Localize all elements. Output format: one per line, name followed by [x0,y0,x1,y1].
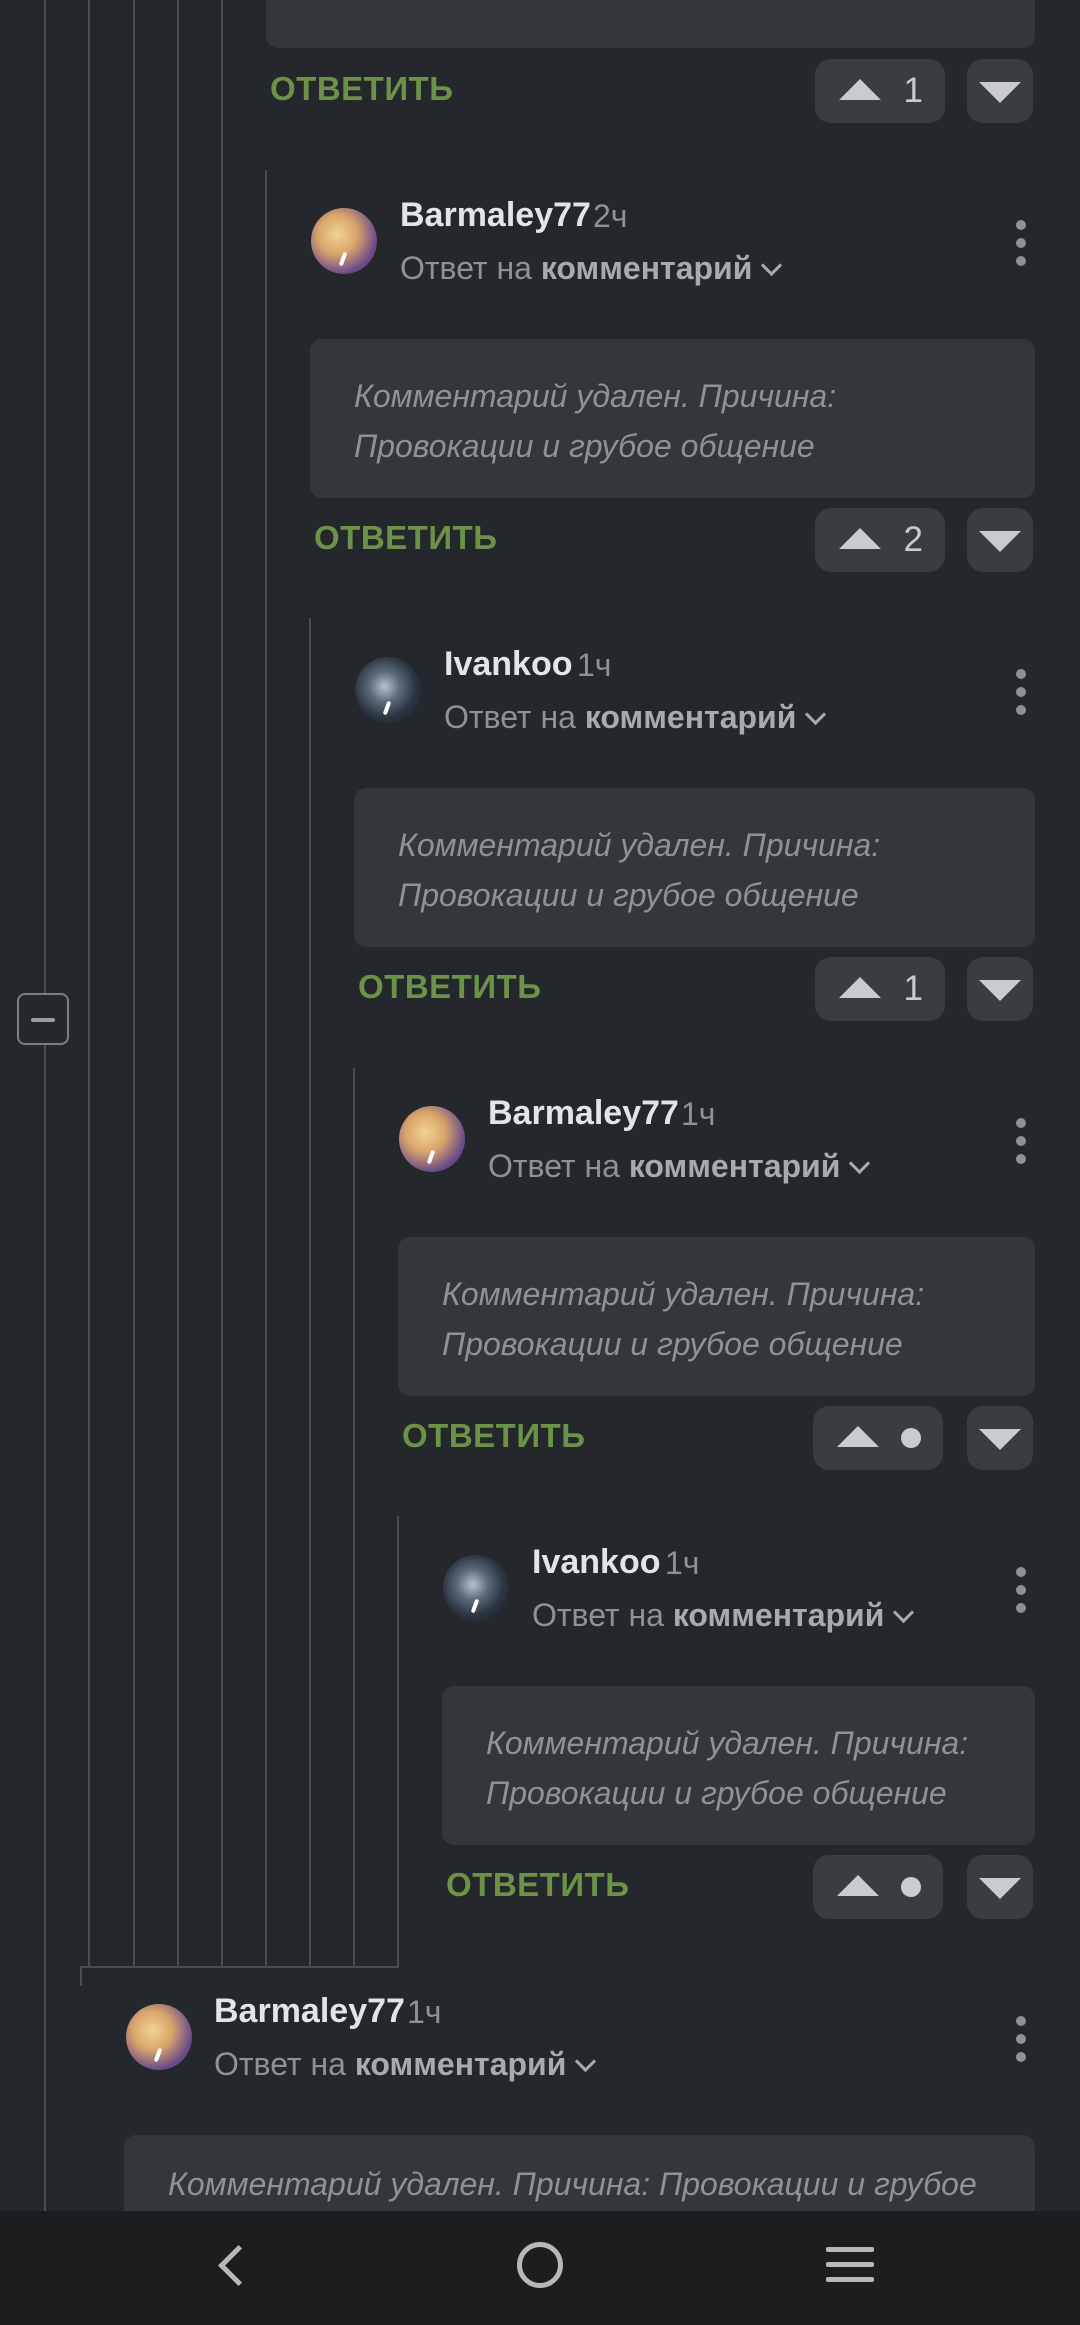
reply-to-label[interactable]: Ответ на комментарий [214,2046,597,2083]
triangle-up-icon [837,1426,879,1447]
username[interactable]: Ivankoo [444,645,572,684]
reply-to-label[interactable]: Ответ на комментарий [488,1148,871,1185]
comment-time: 1ч [681,1096,716,1132]
reply-button[interactable]: ОТВЕТИТЬ [402,1417,585,1455]
thread-line [44,0,46,2211]
menu-lines-icon[interactable] [826,2247,874,2292]
upvote-button[interactable]: 1 [815,957,945,1021]
reply-to-prefix: Ответ на [400,250,532,286]
reply-button[interactable]: ОТВЕТИТЬ [358,968,541,1006]
more-vertical-icon[interactable] [1016,1567,1026,1621]
thread-line [397,1516,399,1966]
chevron-down-icon [761,254,783,277]
triangle-down-icon [979,980,1021,1001]
more-vertical-icon[interactable] [1016,669,1026,723]
username[interactable]: Barmaley77 [214,1992,405,2031]
vote-score-dot [901,1877,921,1897]
upvote-button[interactable]: 1 [815,59,945,123]
system-nav-bar [0,2211,1080,2325]
triangle-down-icon [979,1429,1021,1450]
triangle-down-icon [979,531,1021,552]
avatar[interactable] [399,1106,465,1172]
reply-to-prefix: Ответ на [488,1148,620,1184]
thread-line [80,1966,82,1986]
username[interactable]: Barmaley77 [400,196,591,235]
collapse-thread-button[interactable] [17,993,69,1045]
chevron-down-icon [575,2050,597,2073]
vote-score-dot [901,1428,921,1448]
downvote-button[interactable] [967,1406,1033,1470]
thread-line [177,0,179,1966]
comment-time: 1ч [665,1545,700,1581]
thread-line [88,0,90,1966]
reply-button[interactable]: ОТВЕТИТЬ [446,1866,629,1904]
upvote-button[interactable] [813,1855,943,1919]
comment-time: 2ч [593,198,628,234]
comment-time: 1ч [407,1994,442,2030]
downvote-button[interactable] [967,1855,1033,1919]
username[interactable]: Ivankoo [532,1543,660,1582]
thread-line [221,0,223,1966]
comment-bubble-partial [266,0,1035,48]
comment-time: 1ч [577,647,612,683]
reply-to-prefix: Ответ на [214,2046,346,2082]
triangle-up-icon [839,79,881,100]
triangle-up-icon [839,977,881,998]
thread-line [353,1068,355,1966]
comment-bubble: Комментарий удален. Причина: Провокации … [398,1237,1035,1396]
chevron-down-icon [805,703,827,726]
more-vertical-icon[interactable] [1016,1118,1026,1172]
thread-line [309,618,311,1966]
comment-bubble: Комментарий удален. Причина: Провокации … [310,339,1035,498]
reply-to-target: комментарий [672,1597,885,1633]
back-chevron-icon[interactable] [212,2245,248,2281]
vote-score: 1 [903,969,923,1008]
avatar[interactable] [311,208,377,274]
reply-to-label[interactable]: Ответ на комментарий [444,699,827,736]
chevron-down-icon [849,1152,871,1175]
triangle-up-icon [837,1875,879,1896]
avatar[interactable] [355,657,421,723]
username[interactable]: Barmaley77 [488,1094,679,1133]
thread-line [265,170,267,1966]
reply-to-label[interactable]: Ответ на комментарий [532,1597,915,1634]
triangle-down-icon [979,82,1021,103]
reply-to-target: комментарий [628,1148,841,1184]
downvote-button[interactable] [967,957,1033,1021]
thread-line [133,0,135,1966]
avatar[interactable] [443,1555,509,1621]
more-vertical-icon[interactable] [1016,220,1026,274]
reply-to-target: комментарий [354,2046,567,2082]
reply-to-label[interactable]: Ответ на комментарий [400,250,783,287]
avatar[interactable] [126,2004,192,2070]
comment-bubble: Комментарий удален. Причина: Провокации … [442,1686,1035,1845]
more-vertical-icon[interactable] [1016,2016,1026,2070]
downvote-button[interactable] [967,59,1033,123]
vote-score: 1 [903,71,923,110]
reply-to-target: комментарий [584,699,797,735]
home-circle-icon[interactable] [517,2242,563,2288]
reply-button[interactable]: ОТВЕТИТЬ [270,70,453,108]
triangle-down-icon [979,1878,1021,1899]
reply-button[interactable]: ОТВЕТИТЬ [314,519,497,557]
upvote-button[interactable] [813,1406,943,1470]
upvote-button[interactable]: 2 [815,508,945,572]
vote-score: 2 [903,520,923,559]
triangle-up-icon [839,528,881,549]
reply-to-prefix: Ответ на [444,699,576,735]
comment-bubble: Комментарий удален. Причина: Провокации … [354,788,1035,947]
reply-to-prefix: Ответ на [532,1597,664,1633]
chevron-down-icon [893,1601,915,1624]
downvote-button[interactable] [967,508,1033,572]
reply-to-target: комментарий [540,250,753,286]
thread-branch [80,1966,399,1968]
